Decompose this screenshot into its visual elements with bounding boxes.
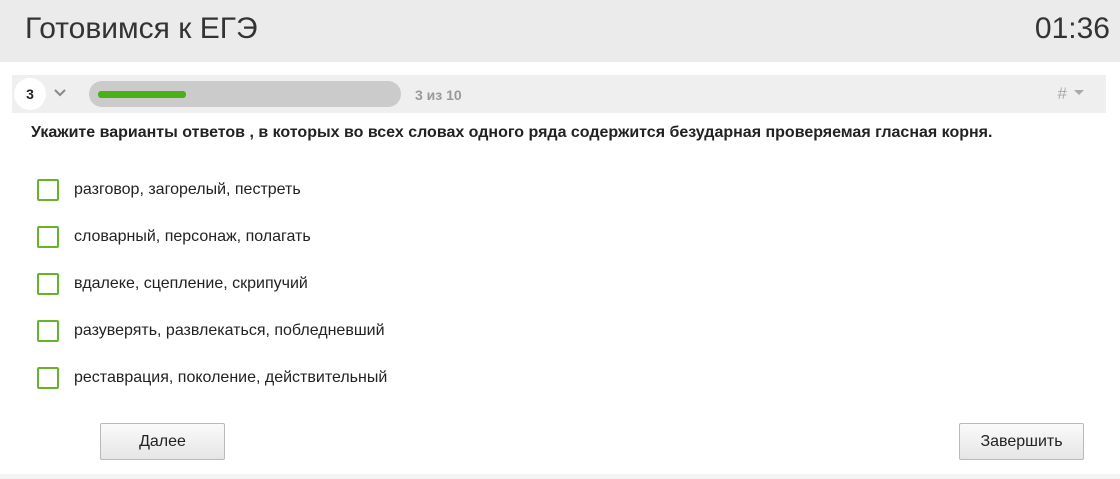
answer-checkbox[interactable] bbox=[37, 320, 59, 342]
question-panel: 3 3 из 10 # Укажите варианты ответов , в… bbox=[0, 62, 1120, 474]
question-text: Укажите варианты ответов , в которых во … bbox=[31, 124, 993, 141]
answer-label[interactable]: разуверять, развлекаться, побледневший bbox=[74, 322, 385, 340]
question-navigation-bar: 3 3 из 10 # bbox=[12, 75, 1106, 113]
answer-label[interactable]: разговор, загорелый, пестреть bbox=[74, 181, 301, 199]
header-bar: Готовимся к ЕГЭ 01:36 bbox=[0, 0, 1120, 62]
answer-label[interactable]: вдалеке, сцепление, скрипучий bbox=[74, 275, 308, 293]
progress-bar-fill bbox=[98, 91, 186, 98]
caret-down-icon bbox=[1074, 90, 1084, 96]
page-title: Готовимся к ЕГЭ bbox=[25, 12, 258, 45]
progress-bar bbox=[89, 81, 401, 107]
question-list-dropdown[interactable]: # bbox=[1058, 84, 1084, 104]
answer-checkbox[interactable] bbox=[37, 367, 59, 389]
hash-icon: # bbox=[1057, 84, 1067, 103]
answer-label[interactable]: реставрация, поколение, действительный bbox=[74, 369, 387, 387]
answer-checkbox[interactable] bbox=[37, 226, 59, 248]
timer: 01:36 bbox=[1034, 12, 1110, 45]
question-number-badge[interactable]: 3 bbox=[14, 78, 46, 110]
answer-label[interactable]: словарный, персонаж, полагать bbox=[74, 228, 311, 246]
chevron-down-icon[interactable] bbox=[52, 85, 68, 101]
answer-checkbox[interactable] bbox=[37, 273, 59, 295]
progress-counter: 3 из 10 bbox=[415, 87, 462, 103]
finish-button[interactable]: Завершить bbox=[959, 423, 1084, 460]
next-button[interactable]: Далее bbox=[100, 423, 225, 460]
answer-checkbox[interactable] bbox=[37, 179, 59, 201]
